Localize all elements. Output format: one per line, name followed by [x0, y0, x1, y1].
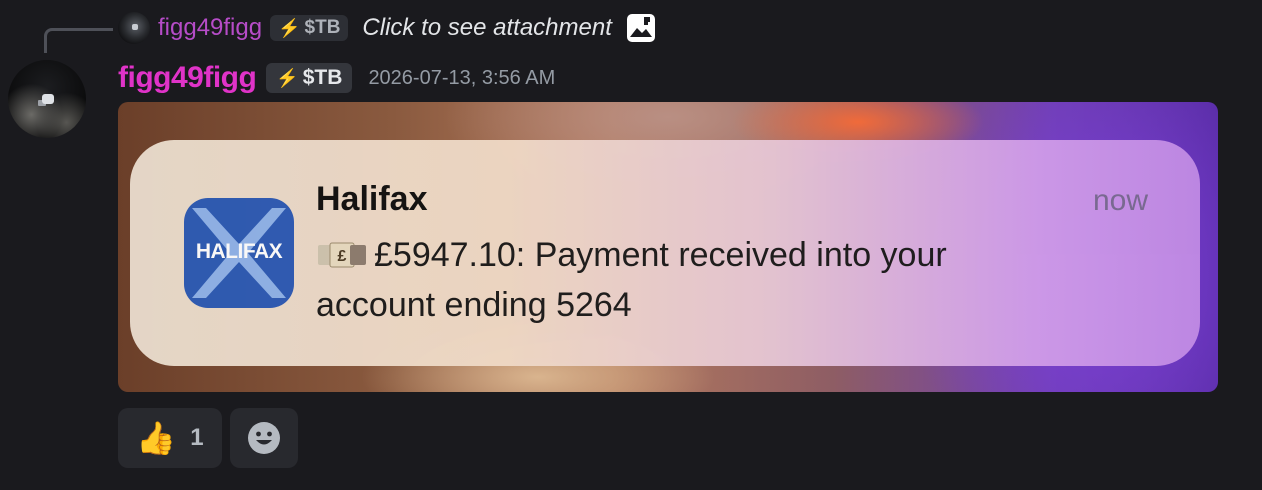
reply-connector: [44, 28, 113, 53]
notification-body: £ £5947.10: Payment received into your a…: [316, 230, 1136, 330]
user-avatar[interactable]: [8, 60, 86, 138]
message-username[interactable]: figg49figg: [118, 61, 257, 95]
notification-time: now: [1092, 184, 1148, 217]
halifax-app-icon: HALIFAX: [184, 198, 294, 308]
image-icon: [626, 14, 655, 42]
svg-text:£: £: [338, 248, 347, 265]
reaction-count: 1: [190, 424, 204, 451]
money-with-wings-icon: £: [318, 242, 366, 268]
message-header: figg49figg ⚡ $TB 2026-07-13, 3:56 AM: [118, 58, 555, 98]
lightning-icon: ⚡: [276, 67, 299, 88]
add-reaction-button[interactable]: [230, 408, 298, 468]
message-tag-label: $TB: [302, 66, 343, 89]
reaction-thumbs-up[interactable]: 👍 1: [118, 408, 222, 468]
notification-app-name: Halifax: [316, 180, 428, 218]
reply-tag-label: $TB: [304, 17, 341, 38]
notification-body-line1: £5947.10: Payment received into your: [374, 236, 947, 274]
reply-avatar[interactable]: [118, 12, 150, 44]
reply-username[interactable]: figg49figg: [158, 14, 262, 42]
image-attachment[interactable]: HALIFAX Halifax now £ £5947.10: Payment …: [118, 102, 1218, 392]
lightning-icon: ⚡: [278, 17, 301, 38]
notification-card: HALIFAX Halifax now £ £5947.10: Payment …: [130, 140, 1200, 366]
reply-preview[interactable]: figg49figg ⚡ $TB Click to see attachment: [118, 8, 656, 48]
reply-text[interactable]: Click to see attachment: [362, 14, 611, 42]
thumbs-up-icon: 👍: [136, 420, 177, 456]
app-icon-label: HALIFAX: [195, 240, 283, 263]
message-tag-badge: ⚡ $TB: [266, 63, 353, 93]
reply-tag-badge: ⚡ $TB: [270, 15, 349, 41]
add-reaction-icon: [248, 422, 280, 454]
message-timestamp[interactable]: 2026-07-13, 3:56 AM: [368, 67, 555, 90]
notification-body-line2: account ending 5264: [316, 286, 632, 324]
